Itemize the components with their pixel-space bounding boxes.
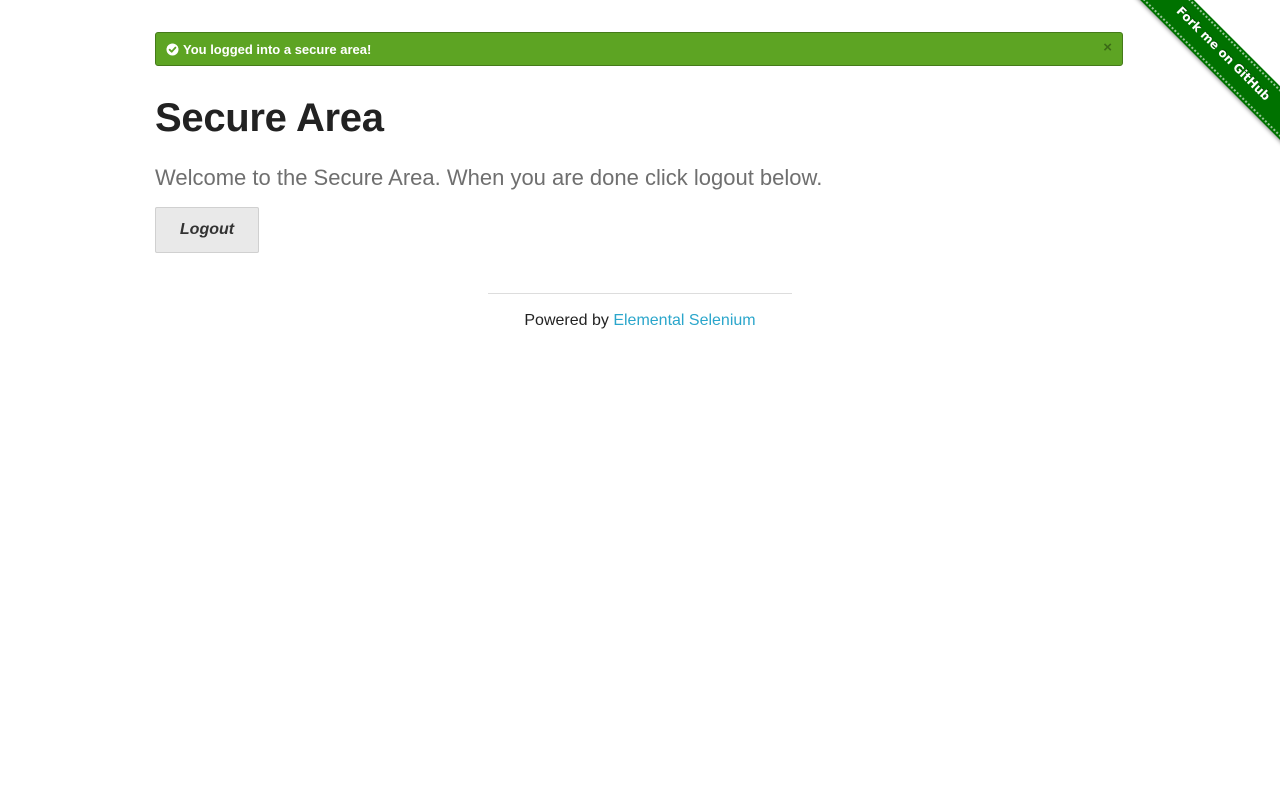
page: You logged into a secure area! × Secure … [0,0,1280,800]
footer: Powered by Elemental Selenium [488,311,792,331]
footer-divider [488,293,792,294]
flash-close-icon[interactable]: × [1103,39,1112,57]
elemental-selenium-link[interactable]: Elemental Selenium [613,312,755,329]
flash-success-message: You logged into a secure area! × [155,32,1123,66]
logout-button[interactable]: Logout [155,207,259,253]
logout-button-label: Logout [179,221,235,238]
page-subheader: Welcome to the Secure Area. When you are… [155,165,823,190]
fork-me-on-github-ribbon[interactable]: Fork me on GitHub [1132,0,1280,145]
github-ribbon-container: Fork me on GitHub [1130,0,1280,150]
flash-message-text: You logged into a secure area! [183,41,372,57]
check-circle-icon [166,43,179,56]
footer-prefix: Powered by [524,312,614,329]
page-title: Secure Area [155,96,384,140]
